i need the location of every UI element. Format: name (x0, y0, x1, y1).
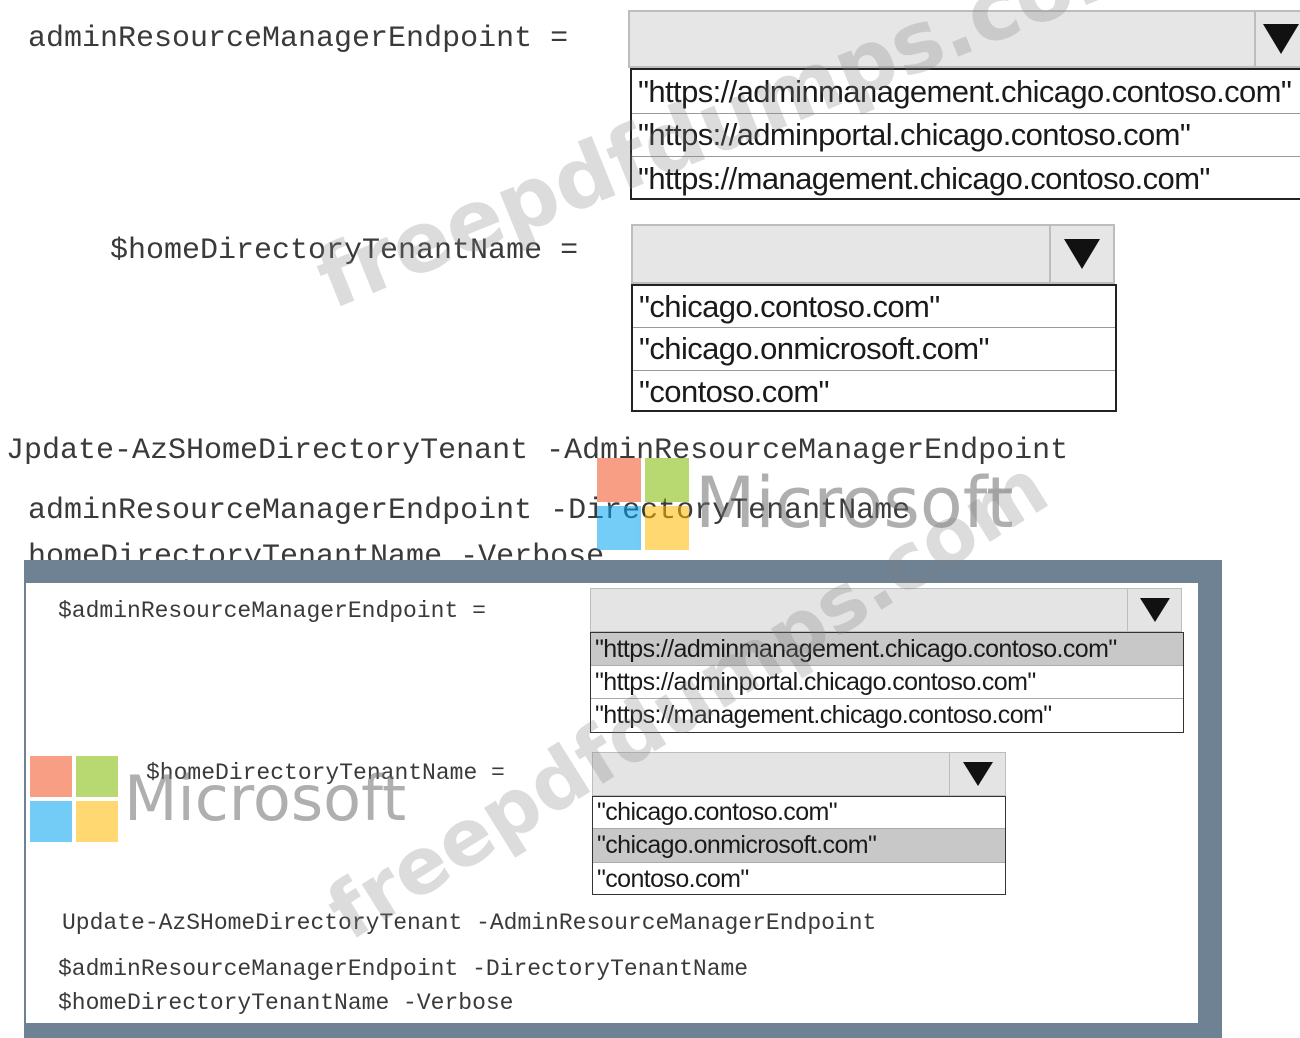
tenant-name-option-selected[interactable]: "chicago.onmicrosoft.com" (593, 829, 1005, 863)
tenant-name-dropdown-button[interactable] (949, 753, 1005, 795)
admin-endpoint-option[interactable]: "https://adminportal.chicago.contoso.com… (591, 666, 1183, 699)
admin-endpoint-option[interactable]: "https://adminportal.chicago.contoso.com… (632, 114, 1300, 157)
tenant-name-label: $homeDirectoryTenantName = (146, 760, 505, 786)
triangle-down-icon (962, 762, 993, 786)
triangle-down-icon (1064, 239, 1100, 269)
admin-endpoint-options: "https://adminmanagement.chicago.contoso… (630, 68, 1300, 200)
command-line: Jpdate-AzSHomeDirectoryTenant -AdminReso… (6, 434, 1069, 468)
admin-endpoint-label: $adminResourceManagerEndpoint = (58, 598, 486, 624)
tenant-name-options: "chicago.contoso.com" "chicago.onmicroso… (592, 796, 1006, 895)
command-line: $homeDirectoryTenantName -Verbose (58, 990, 514, 1016)
tenant-name-dropdown[interactable] (631, 224, 1115, 284)
command-line: homeDirectoryTenantName -Verbose (28, 540, 605, 560)
admin-endpoint-dropdown[interactable] (590, 588, 1182, 632)
tenant-name-label: $homeDirectoryTenantName = (110, 234, 579, 268)
admin-endpoint-option-selected[interactable]: "https://adminmanagement.chicago.contoso… (591, 633, 1183, 666)
admin-endpoint-label: adminResourceManagerEndpoint = (28, 22, 569, 56)
tenant-name-option[interactable]: "chicago.contoso.com" (593, 797, 1005, 829)
admin-endpoint-options: "https://adminmanagement.chicago.contoso… (590, 632, 1184, 733)
admin-endpoint-dropdown[interactable] (628, 10, 1300, 68)
command-line: adminResourceManagerEndpoint -DirectoryT… (28, 494, 911, 528)
triangle-down-icon (1263, 24, 1299, 54)
command-line: Update-AzSHomeDirectoryTenant -AdminReso… (62, 910, 877, 936)
tenant-name-option[interactable]: "contoso.com" (593, 863, 1005, 895)
admin-endpoint-option[interactable]: "https://adminmanagement.chicago.contoso… (632, 70, 1300, 114)
admin-endpoint-option[interactable]: "https://management.chicago.contoso.com" (632, 157, 1300, 200)
tenant-name-dropdown[interactable] (592, 752, 1006, 796)
admin-endpoint-dropdown-button[interactable] (1127, 589, 1181, 631)
tenant-name-option[interactable]: "chicago.onmicrosoft.com" (633, 328, 1115, 371)
tenant-name-options: "chicago.contoso.com" "chicago.onmicroso… (631, 284, 1117, 412)
admin-endpoint-dropdown-button[interactable] (1254, 12, 1300, 66)
command-line: $adminResourceManagerEndpoint -Directory… (58, 956, 749, 982)
tenant-name-option[interactable]: "chicago.contoso.com" (633, 286, 1115, 328)
triangle-down-icon (1139, 598, 1170, 622)
tenant-name-option[interactable]: "contoso.com" (633, 371, 1115, 413)
tenant-name-dropdown-button[interactable] (1049, 226, 1113, 282)
admin-endpoint-option[interactable]: "https://management.chicago.contoso.com" (591, 699, 1183, 732)
